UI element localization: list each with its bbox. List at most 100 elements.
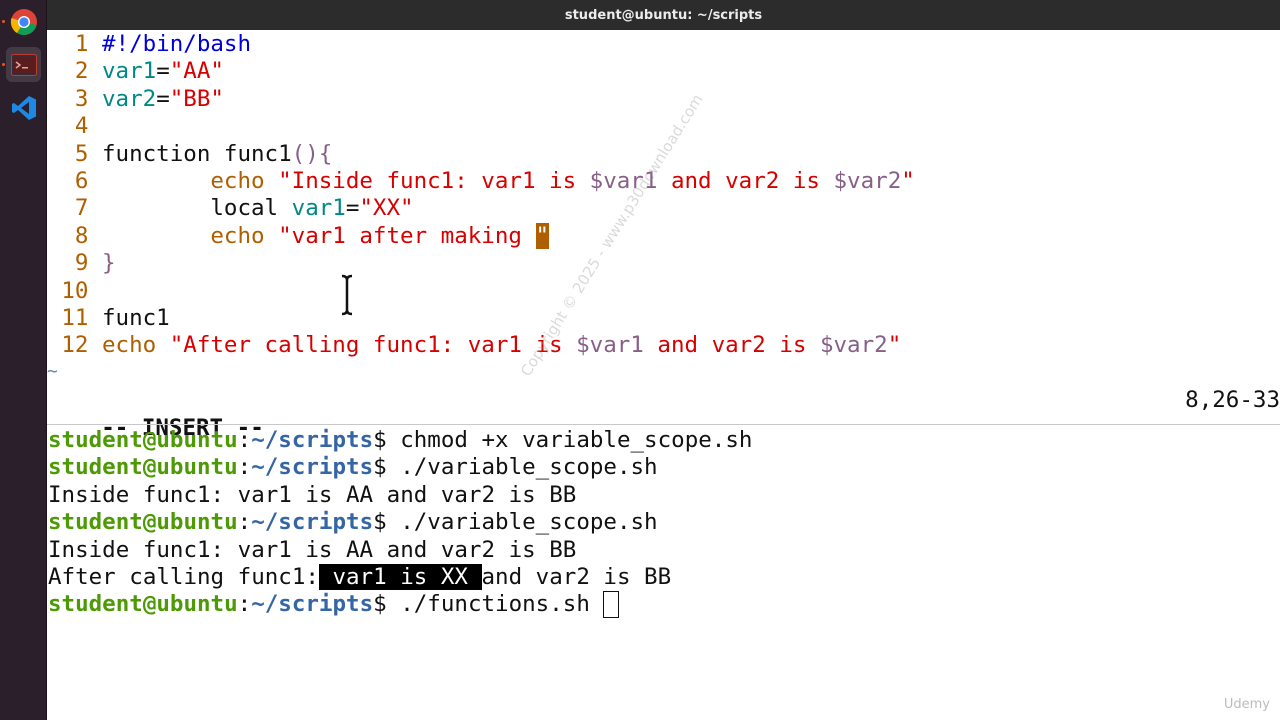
empty-line-marker: ~ — [47, 361, 58, 382]
command-text: ./functions.sh — [400, 591, 604, 618]
code-token: = — [156, 58, 170, 85]
output-text: Inside func1: var1 is AA and var2 is BB — [48, 536, 577, 563]
prompt-path: ~/scripts — [251, 509, 374, 536]
code-line[interactable]: 10 — [47, 278, 102, 305]
code-line[interactable]: 1 #!/bin/bash — [47, 31, 251, 58]
command-line[interactable]: student@ubuntu:~/scripts$ chmod +x varia… — [48, 427, 752, 454]
launcher-dock — [0, 0, 47, 720]
code-token: function func1 — [102, 140, 292, 167]
selected-text: var1 is XX — [318, 564, 482, 590]
code-token: $var1 — [576, 332, 644, 359]
prompt-user: student@ubuntu — [48, 427, 238, 453]
prompt-symbol: $ — [373, 454, 401, 481]
line-number: 4 — [74, 113, 102, 140]
cursor-position: 8,26-33 — [1185, 387, 1280, 413]
line-number: 2 — [74, 58, 102, 85]
prompt-separator: : — [237, 509, 252, 536]
vim-status-line: -- INSERT -- 8,26-33 — [47, 386, 1280, 441]
line-number: 3 — [74, 85, 102, 112]
prompt-path: ~/scripts — [251, 427, 374, 453]
line-number: 10 — [61, 277, 102, 304]
udemy-logo: Udemy — [1223, 697, 1270, 712]
code-line[interactable]: 3 var2="BB" — [47, 86, 224, 113]
window-title: student@ubuntu: ~/scripts — [564, 7, 763, 23]
code-token: "BB" — [169, 85, 224, 112]
code-token: " — [901, 168, 915, 194]
code-token: $var2 — [819, 332, 888, 359]
prompt-symbol: $ — [373, 509, 401, 536]
code-token: func1 — [102, 305, 170, 331]
line-number: 7 — [74, 195, 102, 222]
command-line[interactable]: student@ubuntu:~/scripts$ ./variable_sco… — [48, 509, 658, 536]
line-number: 8 — [74, 222, 102, 249]
line-number: 11 — [61, 305, 102, 331]
command-line[interactable]: student@ubuntu:~/scripts$ ./variable_sco… — [48, 454, 658, 481]
output-line[interactable]: Inside func1: var1 is AA and var2 is BB — [48, 537, 576, 564]
dock-item-terminal[interactable] — [6, 47, 41, 82]
prompt-separator: : — [237, 427, 252, 453]
code-line[interactable]: 2 var1="AA" — [47, 58, 224, 85]
pane-divider — [47, 424, 1280, 425]
code-token: var2 — [102, 85, 157, 112]
code-line[interactable]: 11 func1 — [47, 305, 170, 332]
line-number: 9 — [74, 250, 102, 277]
line-number: 1 — [74, 31, 102, 57]
code-token: = — [345, 195, 360, 222]
dock-item-vscode[interactable] — [6, 90, 41, 125]
prompt-symbol: $ — [373, 591, 401, 618]
code-line[interactable]: 12 echo "After calling func1: var1 is $v… — [47, 332, 901, 359]
output-line[interactable]: Inside func1: var1 is AA and var2 is BB — [48, 482, 576, 509]
code-line[interactable]: 6 echo "Inside func1: var1 is $var1 and … — [47, 168, 915, 195]
line-number: 5 — [74, 140, 102, 167]
code-token: "After calling func1: var1 is — [169, 332, 577, 359]
prompt-user: student@ubuntu — [48, 591, 238, 618]
output-text: After calling func1: — [48, 564, 319, 590]
terminal-window[interactable]: 1 #!/bin/bash 2 var1="AA" 3 var2="BB" 4 5 f… — [47, 30, 1280, 720]
prompt-separator: : — [237, 591, 252, 618]
code-line[interactable]: 9 } — [47, 250, 116, 277]
code-token: echo — [102, 222, 279, 249]
line-number: 6 — [74, 168, 102, 194]
code-token: var1 — [102, 58, 157, 85]
prompt-symbol: $ — [373, 427, 401, 453]
prompt-path: ~/scripts — [251, 454, 374, 481]
terminal-icon — [10, 53, 37, 76]
code-token: and var2 is — [657, 168, 834, 194]
code-token: local — [102, 195, 292, 222]
code-token: echo — [102, 332, 170, 359]
code-line[interactable]: 5 function func1(){ — [47, 141, 332, 168]
code-token: and var2 is — [643, 332, 820, 359]
prompt-user: student@ubuntu — [48, 509, 238, 536]
command-text: ./variable_scope.sh — [400, 509, 658, 536]
prompt-user: student@ubuntu — [48, 454, 238, 481]
code-token: #!/bin/bash — [102, 31, 252, 57]
code-line[interactable]: 8 echo "var1 after making " — [47, 222, 550, 250]
dock-item-chrome[interactable] — [6, 4, 41, 39]
command-line[interactable]: student@ubuntu:~/scripts$ ./functions.sh — [48, 591, 620, 619]
chrome-icon — [10, 8, 37, 35]
prompt-path: ~/scripts — [251, 591, 374, 618]
text-cursor-icon — [341, 274, 353, 316]
code-token: var1 — [291, 195, 346, 222]
code-token: "XX" — [359, 195, 414, 222]
running-indicator — [2, 20, 5, 23]
code-token: (){ — [291, 140, 333, 167]
window-titlebar[interactable]: student@ubuntu: ~/scripts — [47, 0, 1280, 30]
command-text: chmod +x variable_scope.sh — [400, 427, 753, 453]
vscode-icon — [11, 95, 36, 120]
output-text: and var2 is BB — [481, 564, 672, 590]
output-text: Inside func1: var1 is AA and var2 is BB — [48, 481, 577, 508]
prompt-separator: : — [237, 454, 252, 481]
command-text: ./variable_scope.sh — [400, 454, 658, 481]
running-indicator — [2, 63, 5, 66]
code-line[interactable]: 7 local var1="XX" — [47, 195, 414, 222]
code-token: "var1 after making — [278, 222, 536, 249]
code-token: echo — [102, 168, 279, 194]
code-token: = — [156, 85, 170, 112]
code-line[interactable]: 4 — [47, 113, 102, 140]
code-token: "Inside func1: var1 is — [278, 168, 590, 194]
code-token: $var2 — [833, 168, 902, 194]
output-line[interactable]: After calling func1: var1 is XX and var2… — [48, 564, 671, 591]
editor-cursor: " — [535, 222, 550, 249]
line-number: 12 — [61, 332, 102, 359]
